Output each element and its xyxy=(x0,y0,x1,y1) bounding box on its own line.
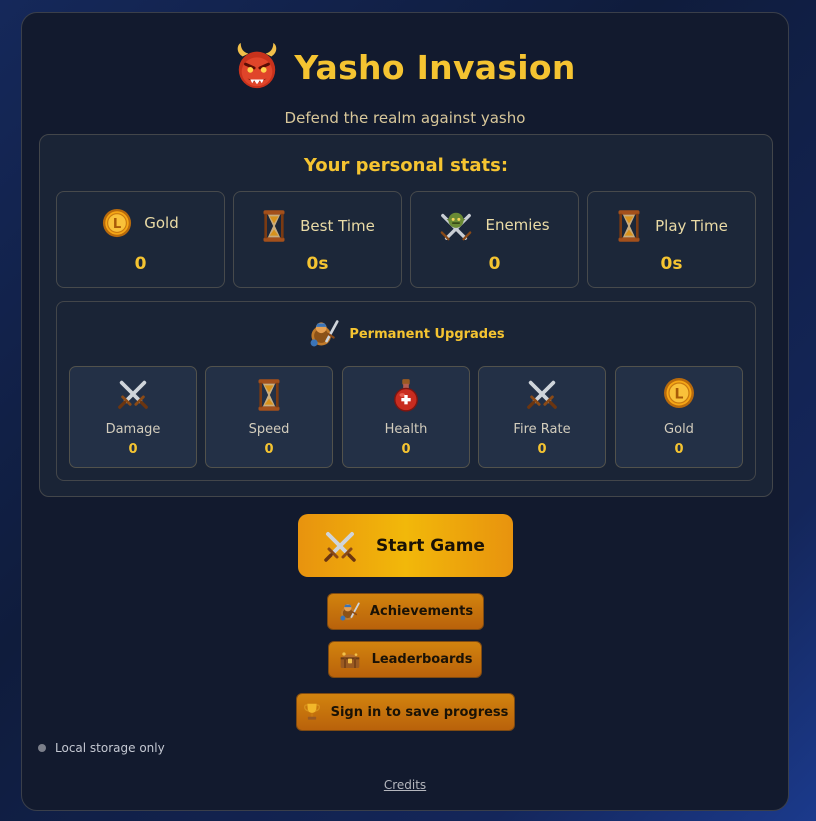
upgrade-card-fire-rate[interactable]: Fire Rate 0 xyxy=(478,366,606,468)
start-game-button[interactable]: Start Game xyxy=(298,514,513,577)
stat-label: Gold xyxy=(144,214,179,232)
storage-status: Local storage only xyxy=(38,741,165,755)
upgrade-value: 0 xyxy=(401,442,411,457)
achievements-button[interactable]: Achievements xyxy=(327,593,484,630)
upgrade-label: Fire Rate xyxy=(513,422,571,437)
treasure-chest-icon xyxy=(338,650,362,670)
hourglass-icon xyxy=(260,208,288,244)
status-dot-icon xyxy=(38,744,46,752)
permanent-upgrades-panel: Permanent Upgrades Damage 0 Speed 0 Heal… xyxy=(56,301,756,481)
storage-status-label: Local storage only xyxy=(55,741,165,755)
stat-card-enemies: Enemies 0 xyxy=(410,191,579,288)
stat-card-best-time: Best Time 0s xyxy=(233,191,402,288)
upgrade-card-health[interactable]: Health 0 xyxy=(342,366,470,468)
crossed-swords-icon xyxy=(525,377,559,411)
upgrade-card-speed[interactable]: Speed 0 xyxy=(205,366,333,468)
upgrade-value: 0 xyxy=(264,442,274,457)
upgrade-card-damage[interactable]: Damage 0 xyxy=(69,366,197,468)
page-title: Yasho Invasion xyxy=(294,47,576,87)
achievements-label: Achievements xyxy=(369,604,474,619)
main-panel: Yasho Invasion Defend the realm against … xyxy=(21,12,789,811)
stat-card-play-time: Play Time 0s xyxy=(587,191,756,288)
upgrade-value: 0 xyxy=(537,442,547,457)
crossed-swords-icon xyxy=(322,528,358,564)
crossed-swords-icon xyxy=(116,377,150,411)
upgrade-value: 0 xyxy=(128,442,138,457)
demon-face-icon xyxy=(234,43,280,91)
upgrade-card-gold[interactable]: Gold 0 xyxy=(615,366,743,468)
sign-in-label: Sign in to save progress xyxy=(330,704,509,720)
gold-coin-icon xyxy=(663,377,695,409)
header: Yasho Invasion xyxy=(22,43,788,91)
stat-label: Play Time xyxy=(655,217,728,235)
gold-coin-icon xyxy=(102,208,132,238)
start-game-label: Start Game xyxy=(376,535,485,556)
stat-label: Enemies xyxy=(485,216,550,234)
hourglass-icon xyxy=(615,208,643,244)
upgrade-label: Damage xyxy=(105,422,161,437)
hourglass-icon xyxy=(255,377,283,413)
personal-stats-panel: Your personal stats: Gold 0 Best Time 0s… xyxy=(39,134,773,497)
leaderboards-label: Leaderboards xyxy=(371,652,473,667)
hero-upgrade-icon xyxy=(338,601,360,623)
credits-link[interactable]: Credits xyxy=(22,778,788,792)
stat-value: 0s xyxy=(660,254,683,274)
hero-upgrade-icon xyxy=(307,318,339,350)
subtitle: Defend the realm against yasho xyxy=(284,109,526,127)
stat-value: 0 xyxy=(488,254,501,274)
leaderboards-button[interactable]: Leaderboards xyxy=(328,641,482,678)
upgrade-label: Health xyxy=(384,422,428,437)
stat-value: 0 xyxy=(134,254,147,274)
upgrade-label: Speed xyxy=(248,422,290,437)
stat-card-gold: Gold 0 xyxy=(56,191,225,288)
upgrade-value: 0 xyxy=(674,442,684,457)
stats-title: Your personal stats: xyxy=(303,155,509,176)
upgrades-title: Permanent Upgrades xyxy=(349,326,505,342)
upgrade-label: Gold xyxy=(664,422,694,437)
health-potion-icon xyxy=(392,377,420,413)
goblin-swords-icon xyxy=(439,208,473,242)
sign-in-button[interactable]: Sign in to save progress xyxy=(296,693,515,731)
stat-value: 0s xyxy=(306,254,329,274)
stat-label: Best Time xyxy=(300,217,375,235)
trophy-icon xyxy=(303,702,321,722)
